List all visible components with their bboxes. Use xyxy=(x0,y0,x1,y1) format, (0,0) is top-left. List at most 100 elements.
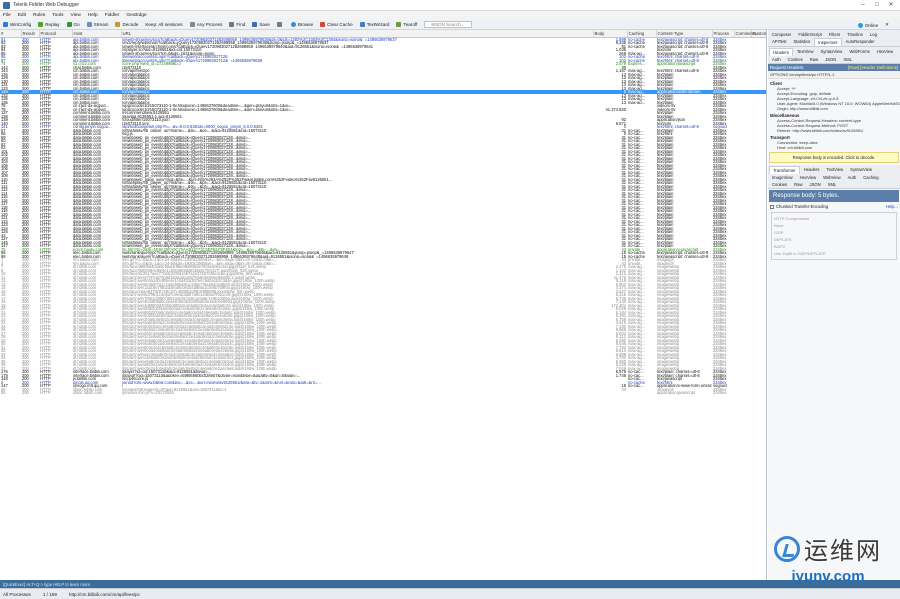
tab-apitest[interactable]: APITest xyxy=(769,38,789,46)
stream-button[interactable]: Stream xyxy=(86,22,109,27)
menu-file[interactable]: File xyxy=(3,13,11,18)
compression-none[interactable]: None xyxy=(774,222,894,229)
session-count: 1 / 159 xyxy=(42,591,57,597)
decode-notice[interactable]: Response body is encoded. Click to decod… xyxy=(769,152,899,163)
menu-geoedge[interactable]: GeoEdge xyxy=(126,13,146,18)
resp-tab-textview[interactable]: TextView xyxy=(823,166,846,174)
req-tab-headers[interactable]: Headers xyxy=(769,48,793,56)
request-tabs: Headers TextView SyntaxView WebForms Hex… xyxy=(768,47,900,64)
col-url[interactable]: URL xyxy=(121,30,594,38)
col-result[interactable]: Result xyxy=(21,30,40,38)
quickexec-bar[interactable]: [QuickExec] ALT+Q > type HELP to learn m… xyxy=(0,580,900,588)
resp-tab-raw[interactable]: Raw xyxy=(791,181,805,188)
header-section-title[interactable]: Transport xyxy=(768,133,900,140)
menu-rules[interactable]: Rules xyxy=(33,13,45,18)
menu-help[interactable]: Help xyxy=(88,13,98,18)
resp-tab-webview[interactable]: WebView xyxy=(820,174,844,181)
col-custom[interactable]: Custom xyxy=(751,30,766,38)
go-button[interactable]: Go xyxy=(66,22,80,27)
menu-fiddler[interactable]: Fiddler xyxy=(105,13,120,18)
header-definitions-link[interactable]: [Raw] [Header Definitions] xyxy=(848,65,898,70)
windows-icon xyxy=(3,22,8,27)
resp-tab-headers[interactable]: Headers xyxy=(801,166,823,174)
req-tab-textview[interactable]: TextView xyxy=(794,48,817,56)
save-label: Save xyxy=(259,22,270,27)
close-button[interactable]: ✕ xyxy=(884,1,898,9)
tab-autoresponder[interactable]: AutoResponder xyxy=(843,38,878,46)
req-tab-cookies[interactable]: Cookies xyxy=(785,56,806,63)
online-indicator: Online xyxy=(857,22,878,28)
tearoff-label: Tearoff xyxy=(403,22,418,27)
col-comments[interactable]: Comments xyxy=(734,30,756,38)
textwizard-button[interactable]: TextWizard xyxy=(359,22,389,27)
tab-composer[interactable]: Composer xyxy=(769,31,794,38)
compression-title: HTTP Compression xyxy=(774,216,810,221)
keep-sessions-dropdown[interactable]: Keep: All sessions xyxy=(145,22,182,27)
save-button[interactable]: Save xyxy=(252,22,270,27)
col-caching[interactable]: Caching xyxy=(627,30,657,38)
chunked-checkbox[interactable] xyxy=(770,204,774,209)
req-tab-xml[interactable]: XML xyxy=(840,56,855,63)
header-section-title[interactable]: Miscellaneous xyxy=(768,111,900,118)
tearoff-button[interactable]: Tearoff xyxy=(396,22,417,27)
resp-tab-imageview[interactable]: ImageView xyxy=(769,174,796,181)
resp-tab-transformer[interactable]: Transformer xyxy=(769,166,800,174)
resp-tab-syntaxview[interactable]: SyntaxView xyxy=(847,166,875,174)
stream-label: Stream xyxy=(93,22,109,27)
window-title: Telerik Fiddler Web Debugger xyxy=(13,2,80,8)
req-tab-hexview[interactable]: HexView xyxy=(874,48,896,56)
session-row[interactable]: 55 200 HTTP static.hdslb.com/js/video.min.j… xyxy=(0,391,766,395)
menu-tools[interactable]: Tools xyxy=(52,13,63,18)
req-tab-webforms[interactable]: WebForms xyxy=(846,48,872,56)
compression-bzip2[interactable]: BZIP2 xyxy=(774,243,894,250)
decode-button[interactable]: Decode xyxy=(115,22,138,27)
any-process-button[interactable]: Any Process xyxy=(189,22,223,27)
tab-statistics[interactable]: Statistics xyxy=(790,38,813,46)
req-tab-auth[interactable]: Auth xyxy=(769,56,784,63)
req-tab-raw[interactable]: Raw xyxy=(807,56,821,63)
clear-cache-button[interactable]: Clear Cache xyxy=(320,22,353,27)
msdn-search-input[interactable]: MSDN Search... xyxy=(424,21,472,28)
tab-filters[interactable]: Filters xyxy=(826,31,843,38)
req-tab-syntaxview[interactable]: SyntaxView xyxy=(818,48,846,56)
screenshot-button[interactable] xyxy=(276,22,284,27)
col-body[interactable]: Body xyxy=(593,30,628,38)
any-process-label: Any Process xyxy=(196,22,223,27)
compression-gzip[interactable]: GZIP xyxy=(774,229,894,236)
close-toolbar-button[interactable]: ✕ xyxy=(885,22,889,28)
col-number[interactable]: # xyxy=(0,30,22,38)
col-process[interactable]: Process xyxy=(712,30,735,38)
menu-view[interactable]: View xyxy=(70,13,80,18)
col-host[interactable]: Host xyxy=(72,30,122,38)
header-section-title[interactable]: Client xyxy=(768,79,900,86)
tab-timeline[interactable]: Timeline xyxy=(844,31,866,38)
chunked-encoding-option[interactable]: Chunked Transfer-Encoding Help... xyxy=(768,202,900,211)
compression-zopfli[interactable]: Use Zopfli to GZIP/DEFLATE xyxy=(774,250,894,257)
resp-tab-auth[interactable]: Auth xyxy=(845,174,860,181)
minimize-button[interactable]: – xyxy=(856,1,870,9)
decode-icon xyxy=(115,22,121,27)
browse-button[interactable]: Browse xyxy=(290,22,313,27)
tab-log[interactable]: Log xyxy=(867,31,880,38)
winconfig-button[interactable]: WinConfig xyxy=(3,22,31,27)
compression-deflate[interactable]: DEFLATE xyxy=(774,236,894,243)
replay-button[interactable]: Replay xyxy=(38,22,60,27)
help-link[interactable]: Help... xyxy=(886,204,898,209)
resp-tab-xml[interactable]: XML xyxy=(825,181,840,188)
resp-tab-caching[interactable]: Caching xyxy=(860,174,881,181)
clear-cache-label: Clear Cache xyxy=(327,22,353,27)
resp-tab-cookies[interactable]: Cookies xyxy=(769,181,790,188)
resp-tab-json[interactable]: JSON xyxy=(807,181,824,188)
req-tab-json[interactable]: JSON xyxy=(822,56,839,63)
resp-tab-hexview[interactable]: HexView xyxy=(797,174,819,181)
col-protocol[interactable]: Protocol xyxy=(39,30,73,38)
request-headers-title: Request Headers xyxy=(770,65,804,70)
menu-edit[interactable]: Edit xyxy=(18,13,26,18)
tab-inspectors[interactable]: Inspectors xyxy=(814,38,842,46)
sessions-list[interactable]: # Result Protocol Host URL Body Caching … xyxy=(0,30,767,580)
process-filter[interactable]: All Processes xyxy=(3,592,31,597)
tab-fiddlerscript[interactable]: FiddlerScript xyxy=(795,31,825,38)
maximize-button[interactable]: □ xyxy=(870,1,884,9)
col-content-type[interactable]: Content-Type xyxy=(656,30,713,38)
find-button[interactable]: Find xyxy=(229,22,245,27)
